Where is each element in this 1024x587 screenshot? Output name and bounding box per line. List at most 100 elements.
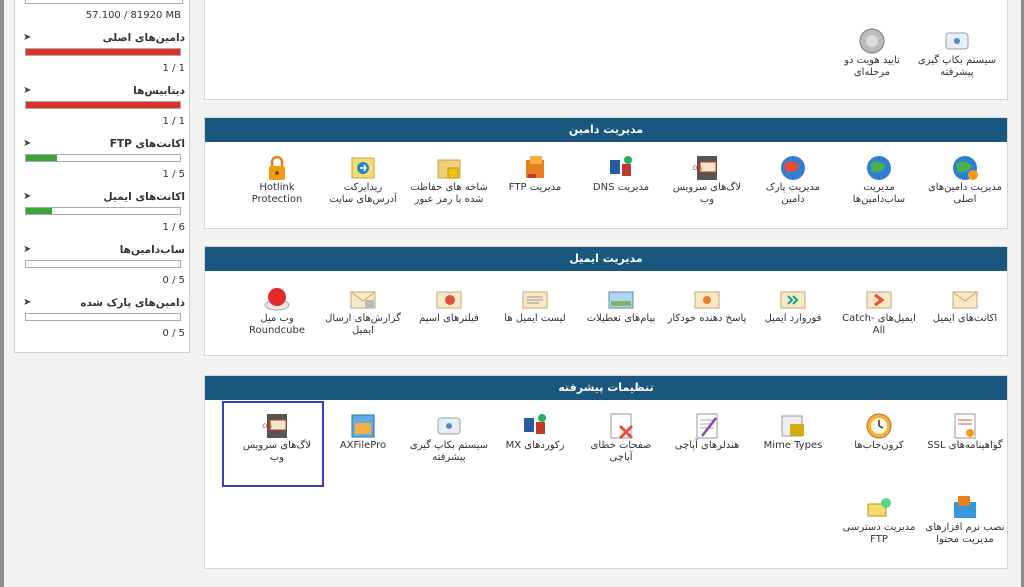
domain-management-panel: مدیریت دامین مدیریت دامین‌های اصلی مدیری…	[204, 117, 1008, 229]
certificate-icon	[954, 413, 976, 439]
protected-dirs-item[interactable]: شاخه های حفاظت شده با رمز عبور	[409, 154, 489, 206]
panel-title: تنظیمات پیشرفته	[205, 376, 1007, 400]
collapse-arrow-icon[interactable]: ➤	[23, 191, 31, 202]
stat-count: 0 / 5	[162, 328, 185, 339]
globe-icon	[781, 156, 805, 180]
sidebar-stats: 57.100 / 81920 MB ➤ دامین‌های اصلی 1 / 1…	[14, 0, 190, 353]
item-label: ایمیل‌های Catch-All	[842, 313, 916, 336]
stat-progress-bar	[25, 154, 181, 162]
item-label: مدیریت پارک دامین	[765, 182, 821, 205]
forward-mail-icon	[780, 291, 806, 309]
email-management-panel: مدیریت ایمیل اکانت‌های ایمیل ایمیل‌های C…	[204, 246, 1008, 356]
stat-parked-domains: ➤ دامین‌های پارک شده 0 / 5	[23, 297, 185, 347]
axfilepro-item[interactable]: AXFilePro	[323, 412, 403, 452]
autoresponder-item[interactable]: پاسخ دهنده خودکار	[667, 285, 747, 325]
web-logs-item[interactable]: LOG لاگ‌های سرویس وب	[667, 154, 747, 206]
collapse-arrow-icon[interactable]: ➤	[23, 32, 31, 43]
delivery-reports-item[interactable]: گزارش‌های ارسال ایمیل	[323, 285, 403, 337]
mail-report-icon	[350, 291, 376, 309]
item-label: رکوردهای MX	[505, 440, 565, 451]
clock-icon	[866, 413, 892, 439]
svg-text:LOG: LOG	[692, 165, 702, 172]
item-label: سیستم بکاپ گیری پیشرفته	[409, 440, 489, 463]
item-label: گواهینامه‌های SSL	[927, 440, 1003, 451]
advanced-settings-panel: تنظیمات پیشرفته گواهینامه‌های SSL کرون‌ج…	[204, 375, 1008, 569]
apache-handler-icon	[696, 413, 718, 439]
ftp-access-icon	[867, 498, 891, 517]
item-label: سیستم بکاپ گیری پیشرفته	[917, 55, 997, 78]
stat-label: اکانت‌های FTP	[109, 138, 185, 150]
stat-email-accounts: ➤ اکانت‌های ایمیل 1 / 6	[23, 191, 185, 241]
item-label: فیلترهای اسپم	[419, 313, 479, 324]
collapse-arrow-icon[interactable]: ➤	[23, 244, 31, 255]
item-label: لیست ایمیل ها	[504, 313, 566, 324]
item-label: وب میل Roundcube	[249, 313, 305, 336]
stat-progress-bar	[25, 313, 181, 321]
top-tools-panel: سیستم بکاپ گیری پیشرفته تایید هویت دو مر…	[204, 0, 1008, 100]
backup-disk-icon	[437, 417, 461, 435]
ftp-item[interactable]: مدیریت FTP	[495, 154, 575, 194]
item-label: صفحات خطای آپاچی	[590, 440, 652, 463]
advanced-backup-item[interactable]: سیستم بکاپ گیری پیشرفته	[409, 412, 489, 464]
stat-label: دامین‌های اصلی	[102, 32, 185, 44]
ftp-access-item[interactable]: مدیریت دسترسی FTP	[839, 494, 919, 546]
backup-system-item[interactable]: سیستم بکاپ گیری پیشرفته	[917, 27, 997, 79]
apache-handlers-item[interactable]: هندلرهای آپاچی	[667, 412, 747, 452]
item-label: تایید هویت دو مرحله‌ای	[844, 55, 900, 78]
stat-progress-bar	[25, 260, 181, 268]
lock-icon	[269, 155, 285, 180]
apache-error-pages-item[interactable]: صفحات خطای آپاچی	[581, 412, 661, 464]
item-label: مدیریت دسترسی FTP	[842, 522, 916, 545]
two-factor-icon	[859, 28, 885, 54]
ssl-certificates-item[interactable]: گواهینامه‌های SSL	[925, 412, 1005, 452]
mx-records-item[interactable]: رکوردهای MX	[495, 412, 575, 452]
roundcube-webmail-item[interactable]: وب میل Roundcube	[237, 285, 317, 337]
hotlink-protection-item[interactable]: Hotlink Protection	[237, 154, 317, 206]
catch-all-item[interactable]: ایمیل‌های Catch-All	[839, 285, 919, 337]
stat-subdomains: ➤ ساب‌دامین‌ها 0 / 5	[23, 244, 185, 294]
redirects-item[interactable]: ریدایرکت آدرس‌های سایت	[323, 154, 403, 206]
autoresponder-icon	[694, 291, 720, 309]
stat-label: دیتابیس‌ها	[133, 85, 185, 97]
item-label: مدیریت FTP	[508, 182, 562, 193]
item-label: فوروارد ایمیل	[764, 313, 822, 324]
panel-title: مدیریت دامین	[205, 118, 1007, 142]
item-label: لاگ‌های سرویس وب	[672, 182, 742, 205]
stat-progress-bar	[25, 48, 181, 56]
stat-progress-bar	[25, 207, 181, 215]
vacation-icon	[608, 291, 634, 309]
stat-count: 1 / 6	[162, 222, 185, 233]
cms-installer-item[interactable]: نصب نرم افزارهای مدیریت محتوا	[925, 494, 1005, 546]
mailing-lists-item[interactable]: لیست ایمیل ها	[495, 285, 575, 325]
email-forwarding-item[interactable]: فوروارد ایمیل	[753, 285, 833, 325]
collapse-arrow-icon[interactable]: ➤	[23, 138, 31, 149]
two-factor-item[interactable]: تایید هویت دو مرحله‌ای	[832, 27, 912, 79]
vacation-messages-item[interactable]: پیام‌های تعطیلات	[581, 285, 661, 325]
stat-ftp-accounts: ➤ اکانت‌های FTP 1 / 5	[23, 138, 185, 188]
item-label: مدیریت دامین‌های اصلی	[927, 182, 1003, 205]
selection-highlight	[222, 401, 324, 487]
item-label: مدیریت DNS	[592, 182, 650, 193]
email-accounts-item[interactable]: اکانت‌های ایمیل	[925, 285, 1005, 325]
installer-icon	[954, 496, 976, 518]
roundcube-icon	[264, 288, 290, 311]
item-label: هندلرهای آپاچی	[674, 440, 740, 451]
collapse-arrow-icon[interactable]: ➤	[23, 85, 31, 96]
mime-types-item[interactable]: Mime Types	[753, 412, 833, 452]
parked-domains-item[interactable]: مدیریت پارک دامین	[753, 154, 833, 206]
dns-item[interactable]: مدیریت DNS	[581, 154, 661, 194]
cron-jobs-item[interactable]: کرون‌جاب‌ها	[839, 412, 919, 452]
main-domains-item[interactable]: مدیریت دامین‌های اصلی	[925, 154, 1005, 206]
file-manager-icon	[351, 414, 375, 438]
ftp-folder-icon	[526, 156, 544, 178]
redirect-icon	[351, 157, 375, 179]
collapse-arrow-icon[interactable]: ➤	[23, 297, 31, 308]
globe-icon	[867, 156, 891, 180]
globe-gear-icon	[953, 156, 978, 180]
mime-types-icon	[781, 415, 804, 437]
mail-list-icon	[522, 291, 548, 309]
disk-usage-text: 57.100 / 81920 MB	[85, 10, 181, 21]
item-label: Hotlink Protection	[251, 182, 303, 205]
subdomains-item[interactable]: مدیریت ساب‌دامین‌ها	[839, 154, 919, 206]
spam-filters-item[interactable]: فیلترهای اسپم	[409, 285, 489, 325]
